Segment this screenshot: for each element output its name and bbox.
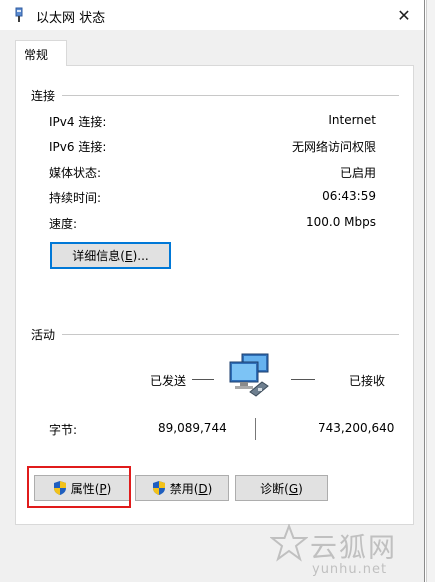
received-dash — [291, 379, 315, 380]
bytes-received-value: 743,200,640 — [318, 421, 395, 435]
sent-label: 已发送 — [150, 374, 187, 388]
disable-button-label: 禁用(D) — [169, 481, 213, 496]
properties-highlight-box — [27, 466, 131, 508]
general-tab-panel — [15, 65, 414, 525]
window-title: 以太网 状态 — [36, 11, 106, 26]
connection-divider — [62, 95, 399, 96]
site-watermark: 云狐网 yunhu.net — [270, 518, 426, 582]
ipv4-value: Internet — [328, 113, 376, 127]
sent-dash — [192, 379, 214, 380]
details-button[interactable]: 详细信息(E)... — [50, 242, 171, 269]
diagnose-button-label: 诊断(G) — [260, 481, 303, 496]
ipv4-label: IPv4 连接: — [49, 115, 107, 129]
tab-general-label: 常规 — [24, 48, 49, 62]
bytes-separator — [255, 418, 256, 440]
ethernet-status-dialog: 以太网 状态 ✕ 常规 连接 IPv4 连接: Internet IPv6 连接… — [0, 0, 425, 582]
disable-button[interactable]: 禁用(D) — [135, 475, 229, 501]
media-state-value: 已启用 — [339, 166, 376, 180]
close-button[interactable]: ✕ — [384, 0, 424, 30]
duration-label: 持续时间: — [49, 191, 102, 205]
details-button-label: 详细信息(E)... — [72, 249, 149, 263]
media-state-label: 媒体状态: — [49, 166, 102, 180]
close-icon: ✕ — [397, 5, 411, 25]
title-bar[interactable]: 以太网 状态 ✕ — [0, 0, 424, 30]
received-label: 已接收 — [349, 374, 386, 388]
connection-section-title: 连接 — [31, 89, 56, 103]
star-logo-icon — [270, 524, 308, 562]
tab-general[interactable]: 常规 — [15, 40, 67, 66]
diagnose-button[interactable]: 诊断(G) — [235, 475, 328, 501]
watermark-en: yunhu.net — [312, 562, 388, 577]
bytes-sent-value: 89,089,744 — [158, 421, 227, 435]
ipv6-value: 无网络访问权限 — [291, 140, 376, 154]
ethernet-cable-icon — [15, 7, 23, 22]
watermark-cn: 云狐网 — [310, 533, 397, 564]
bytes-label: 字节: — [49, 423, 78, 437]
activity-section-title: 活动 — [31, 328, 56, 342]
speed-value: 100.0 Mbps — [305, 215, 376, 229]
background-window-edge — [426, 0, 435, 582]
network-computers-icon — [229, 353, 269, 397]
speed-label: 速度: — [49, 217, 78, 231]
duration-value: 06:43:59 — [322, 189, 376, 203]
ipv6-label: IPv6 连接: — [49, 140, 107, 154]
activity-divider — [62, 334, 399, 335]
uac-shield-icon — [152, 481, 165, 495]
